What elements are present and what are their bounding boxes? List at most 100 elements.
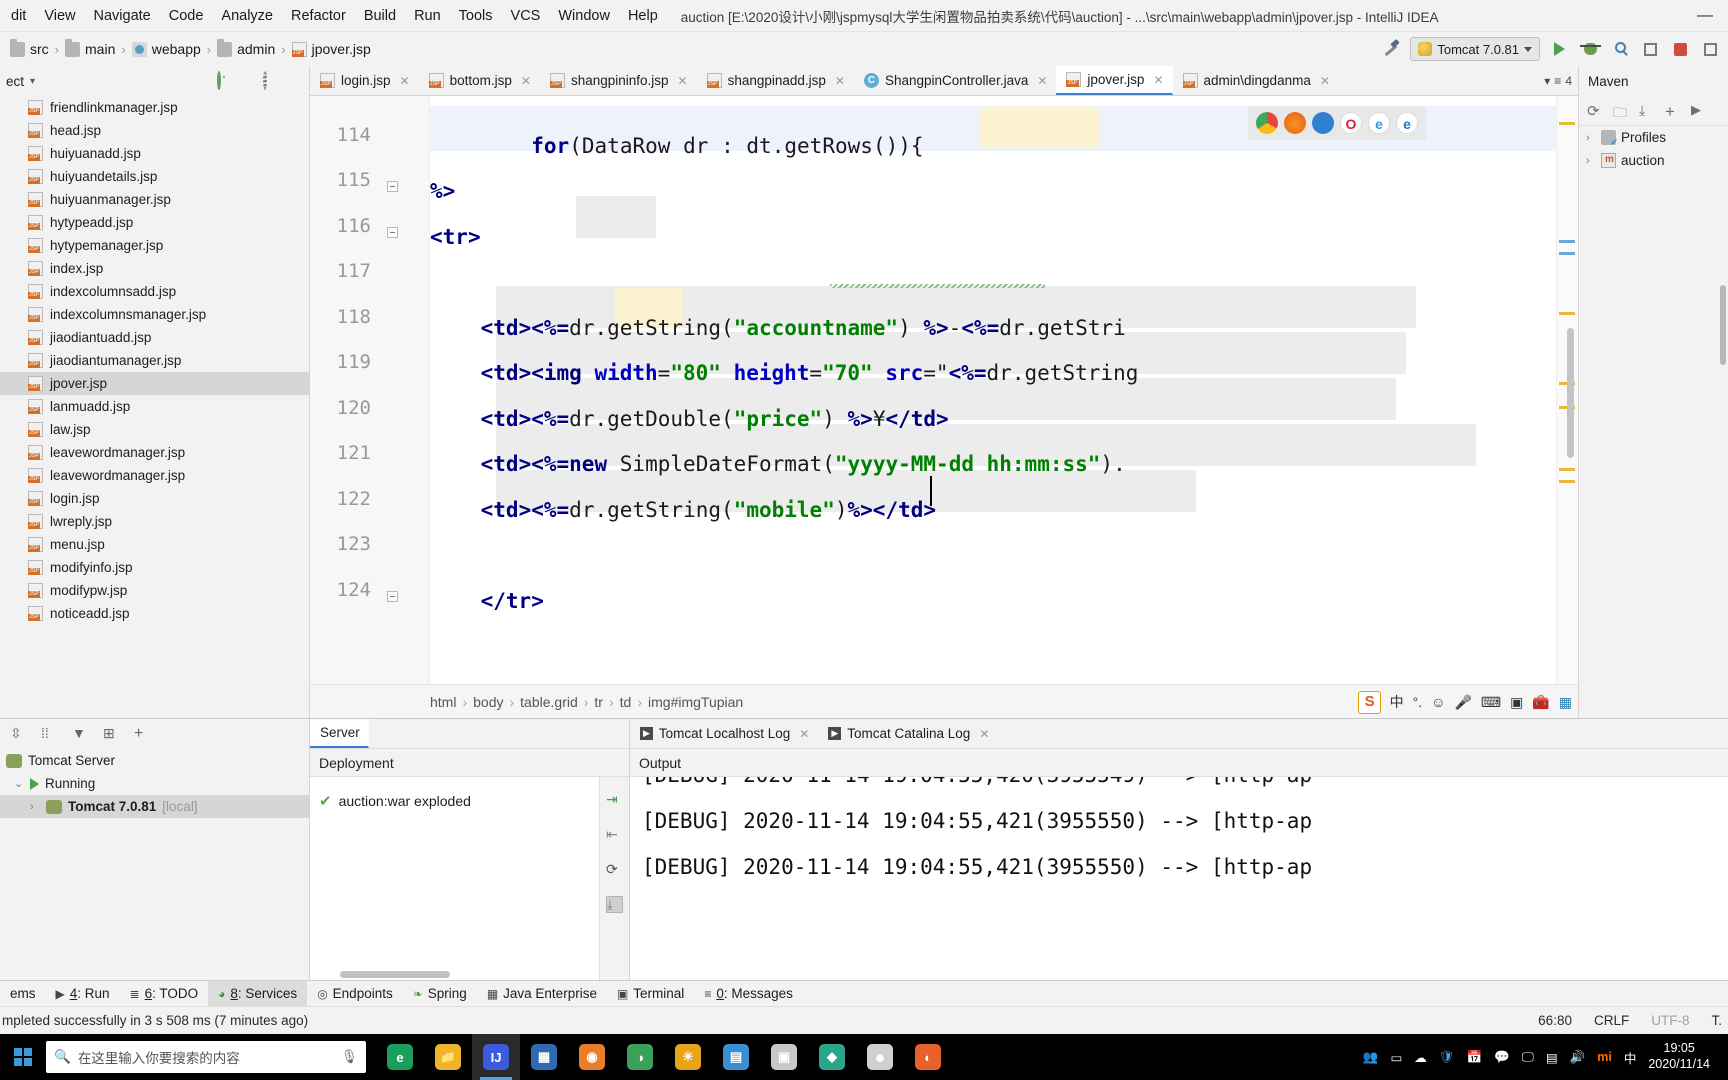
info-marker[interactable] [1559, 252, 1575, 255]
breadcrumb-src[interactable]: src [6, 38, 53, 59]
project-file-huiyuandetails-jsp[interactable]: huiyuandetails.jsp [0, 165, 309, 188]
ime-menu-icon[interactable]: ▦ [1559, 694, 1572, 711]
breadcrumb-webapp[interactable]: webapp [128, 39, 205, 59]
close-icon[interactable]: ✕ [678, 74, 688, 88]
info-marker[interactable] [1559, 240, 1575, 243]
project-file-jpover-jsp[interactable]: jpover.jsp [0, 372, 309, 395]
firefox-icon[interactable] [1284, 112, 1306, 134]
taskbar-app-firefox[interactable]: ◐ [904, 1034, 952, 1080]
run-button[interactable] [1550, 39, 1570, 59]
project-file-indexcolumnsmanager-jsp[interactable]: indexcolumnsmanager.jsp [0, 303, 309, 326]
editor-tab-bar[interactable]: login.jsp✕bottom.jsp✕shangpininfo.jsp✕sh… [310, 66, 1578, 96]
editor-tab-ShangpinController-java[interactable]: C ShangpinController.java ✕ [854, 66, 1056, 95]
menu-item-window[interactable]: Window [549, 4, 619, 28]
menu-item-navigate[interactable]: Navigate [85, 4, 160, 28]
taskbar-app-file-explorer[interactable]: 📁 [424, 1034, 472, 1080]
editor-tab-shangpininfo-jsp[interactable]: shangpininfo.jsp ✕ [540, 66, 697, 95]
project-view-dropdown-icon[interactable]: ▾ [30, 76, 35, 87]
chrome-icon[interactable] [1256, 112, 1278, 134]
run-with-coverage-button[interactable] [1610, 39, 1630, 59]
taskbar-app-list[interactable]: e 📁 IJ ▦ ◉ ◑ ☀ ▤ ▣ ◆ ☻ ◐ [376, 1034, 952, 1080]
add-folder-icon[interactable]: 🗀 [1613, 102, 1630, 120]
deployment-list[interactable]: ✔ auction:war exploded ⇥ ⇤ ⟳ ⤓ [310, 777, 629, 980]
hide-panel-icon[interactable] [286, 73, 303, 90]
safari-icon[interactable] [1312, 112, 1334, 134]
project-file-law-jsp[interactable]: law.jsp [0, 418, 309, 441]
collapse-all-icon[interactable] [240, 73, 257, 90]
close-icon[interactable]: ✕ [979, 727, 989, 741]
close-icon[interactable]: ✕ [1153, 73, 1163, 87]
project-file-menu-jsp[interactable]: menu.jsp [0, 533, 309, 556]
code-fold-toggle[interactable] [387, 181, 401, 195]
profile-button[interactable] [1640, 39, 1660, 59]
line-separator[interactable]: CRLF [1594, 1013, 1629, 1028]
plus-icon[interactable]: + [134, 725, 152, 743]
editor-tab-jpover-jsp[interactable]: jpover.jsp ✕ [1056, 66, 1173, 95]
deployment-scrollbar[interactable] [340, 971, 450, 978]
plus-icon[interactable]: + [1665, 102, 1682, 121]
project-tree-scrollbar[interactable] [1720, 285, 1726, 365]
mi-icon[interactable]: mi [1597, 1050, 1612, 1064]
ime-toolbox-icon[interactable]: 🧰 [1532, 694, 1549, 711]
services-tab-bar[interactable]: Server [310, 719, 629, 749]
project-file-tree[interactable]: friendlinkmanager.jsp head.jsp huiyuanadd.… [0, 96, 309, 718]
debug-button[interactable] [1579, 39, 1601, 59]
edge-legacy-icon[interactable]: e [1368, 112, 1390, 134]
redeploy-icon[interactable]: ⟳ [606, 861, 623, 878]
stop-button[interactable] [1670, 39, 1690, 59]
log-tab-bar[interactable]: ▶ Tomcat Localhost Log ✕ ▶ Tomcat Catali… [630, 719, 1728, 749]
menu-item-edit[interactable]: dit [2, 4, 35, 28]
tool-window-button-8--services[interactable]: ◕ 8: Services [208, 980, 308, 1007]
taskbar-app-orange-app[interactable]: ◉ [568, 1034, 616, 1080]
tool-window-button-terminal[interactable]: ▣ Terminal [607, 981, 694, 1007]
chevron-right-icon[interactable]: › [1586, 155, 1596, 167]
more-button[interactable] [1700, 39, 1720, 59]
tool-window-button-0--messages[interactable]: ≡ 0: Messages [694, 981, 803, 1007]
chevron-down-icon[interactable]: ▾ [1544, 74, 1550, 88]
taskbar-app-green-app[interactable]: ◑ [616, 1034, 664, 1080]
tool-window-button-endpoints[interactable]: ◎ Endpoints [307, 981, 403, 1007]
project-file-leavewordmanager-jsp[interactable]: leavewordmanager.jsp [0, 441, 309, 464]
file-encoding[interactable]: UTF-8 [1651, 1013, 1689, 1028]
menu-item-analyze[interactable]: Analyze [212, 4, 282, 28]
chevron-right-icon[interactable]: › [30, 801, 40, 813]
editor-marker-strip[interactable] [1556, 96, 1578, 684]
people-icon[interactable]: 👥 [1363, 1050, 1379, 1065]
warning-marker[interactable] [1559, 480, 1575, 483]
scroll-from-source-icon[interactable] [217, 70, 234, 90]
close-icon[interactable]: ✕ [1037, 74, 1047, 88]
project-file-lwreply-jsp[interactable]: lwreply.jsp [0, 510, 309, 533]
code-fold-toggle[interactable] [387, 226, 401, 241]
ime-voice-icon[interactable]: 🎤 [1454, 694, 1471, 711]
run-icon[interactable]: ▶ [1691, 102, 1708, 119]
breadcrumb-main[interactable]: main [61, 38, 119, 59]
ime-language-label[interactable]: 中 [1390, 692, 1404, 712]
project-file-noticeadd-jsp[interactable]: noticeadd.jsp [0, 602, 309, 625]
chevron-down-icon[interactable]: ⌄ [14, 777, 24, 790]
project-file-leavewordmanager-jsp[interactable]: leavewordmanager.jsp [0, 464, 309, 487]
chevron-right-icon[interactable]: › [1586, 132, 1596, 144]
calendar-icon[interactable]: 📅 [1467, 1050, 1483, 1065]
ime-screenshot-icon[interactable]: ▣ [1510, 694, 1523, 711]
project-file-modifypw-jsp[interactable]: modifypw.jsp [0, 579, 309, 602]
warning-marker[interactable] [1559, 468, 1575, 471]
project-file-jiaodiantuadd-jsp[interactable]: jiaodiantuadd.jsp [0, 326, 309, 349]
tab-tomcat-localhost-log[interactable]: ▶ Tomcat Localhost Log ✕ [630, 726, 818, 741]
project-file-lanmuadd-jsp[interactable]: lanmuadd.jsp [0, 395, 309, 418]
console-output[interactable]: [DEBUG] 2020-11-14 19:04:55,420(3955549)… [630, 777, 1728, 980]
menu-item-view[interactable]: View [35, 4, 84, 28]
breadcrumb-td[interactable]: td [620, 694, 632, 710]
tool-window-button-6--todo[interactable]: ≣ 6: TODO [120, 981, 209, 1007]
menu-item-refactor[interactable]: Refactor [282, 4, 355, 28]
opera-icon[interactable]: O [1340, 112, 1362, 134]
code-fold-toggle[interactable] [387, 590, 401, 605]
services-node-tomcat-local[interactable]: › Tomcat 7.0.81 [local] [0, 795, 309, 818]
menu-item-tools[interactable]: Tools [450, 4, 502, 28]
editor-tab-admin-dingdanma[interactable]: admin\dingdanma ✕ [1173, 66, 1339, 95]
taskbar-app-teal-app[interactable]: ◆ [808, 1034, 856, 1080]
maven-row-profiles[interactable]: › Profiles [1579, 126, 1728, 149]
menu-item-help[interactable]: Help [619, 4, 667, 28]
deployment-item[interactable]: ✔ auction:war exploded [310, 787, 629, 815]
close-icon[interactable]: ✕ [799, 727, 809, 741]
close-icon[interactable]: ✕ [521, 74, 531, 88]
